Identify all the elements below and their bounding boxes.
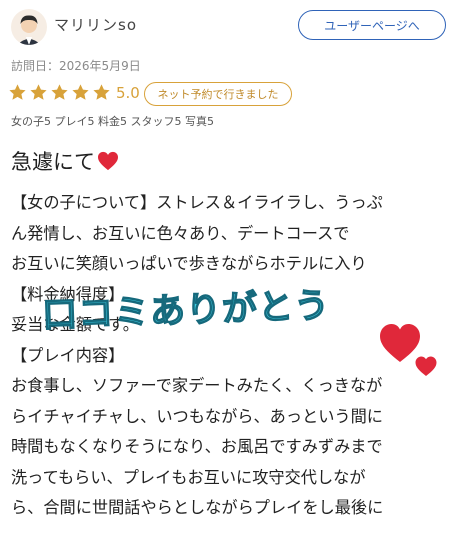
rating-value: 5.0 (116, 84, 140, 102)
star-icon (9, 84, 26, 100)
star-icon (51, 84, 68, 100)
review-title: 急遽にて (11, 146, 119, 176)
body-line: ら、合間に世間話やらとしながらプレイをし最後に (11, 498, 384, 517)
hearts-sticker-icon (380, 324, 437, 376)
star-rating (8, 83, 113, 102)
user-page-button[interactable]: ユーザーページへ (298, 10, 446, 40)
body-line: 洗ってもらい、プレイもお互いに攻守交代しなが (11, 467, 366, 487)
heart-icon (98, 151, 118, 171)
username[interactable]: マリリンso (54, 14, 137, 35)
visit-date: 訪問日：2026年5月9日 (11, 59, 141, 73)
star-icon (93, 84, 110, 100)
star-icon (72, 84, 89, 100)
body-line: 時間もなくなりそうになり、お風呂ですみずみまで (11, 437, 383, 456)
body-line: ん発情し、お互いに色々あり、デートコースで (11, 223, 350, 243)
star-icon (30, 84, 47, 100)
reservation-badge: ネット予約で行きました (144, 82, 292, 106)
user-avatar[interactable] (11, 9, 47, 45)
body-line: お互いに笑顔いっぱいで歩きながらホテルに入り (11, 254, 367, 273)
category-scores: 女の子5 プレイ5 料金5 スタッフ5 写真5 (11, 115, 214, 128)
review-title-text: 急遽にて (11, 150, 95, 174)
thanks-sticker: 口コミありがとう (41, 285, 332, 337)
review-header: マリリンso ユーザーページへ (0, 0, 460, 52)
body-line: 【女の子について】ストレス＆イライラし、うっぷ (11, 193, 383, 212)
body-line: らイチャイチャし、いつもながら、あっという間に (11, 406, 383, 426)
